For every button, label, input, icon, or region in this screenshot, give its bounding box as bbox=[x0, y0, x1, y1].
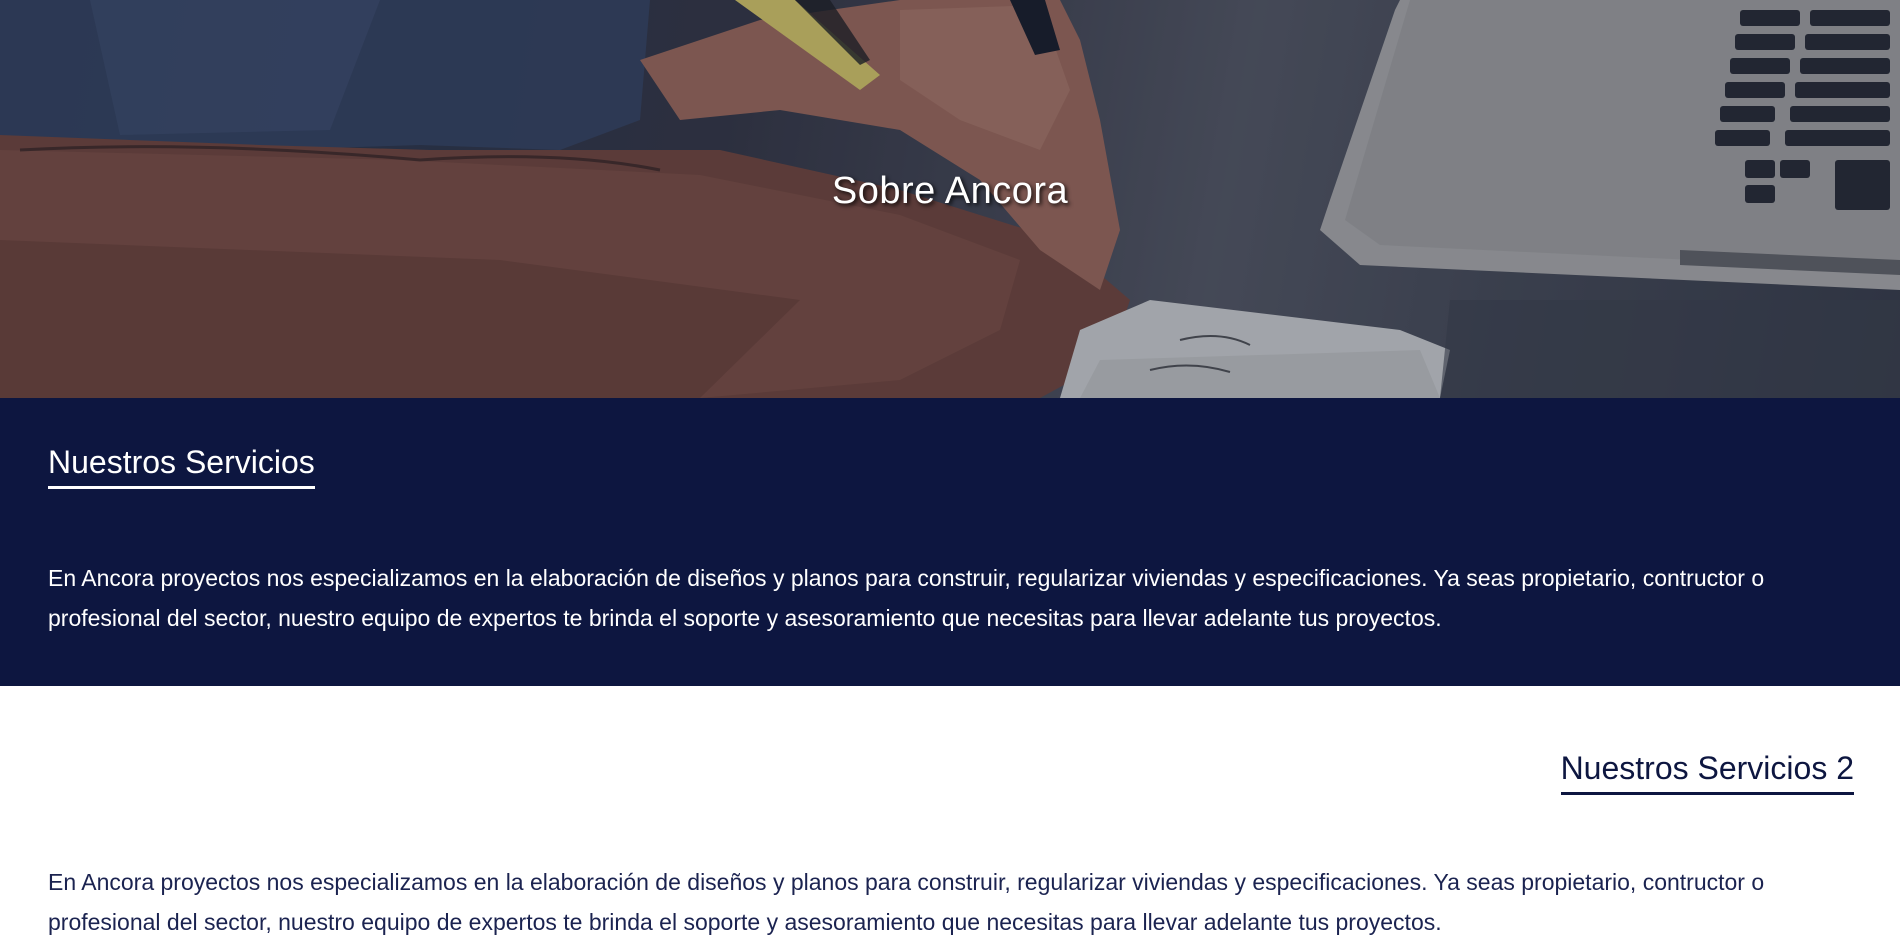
services-2-heading: Nuestros Servicios 2 bbox=[1560, 748, 1854, 795]
hero-banner: Sobre Ancora bbox=[0, 0, 1900, 398]
services-heading: Nuestros Servicios bbox=[48, 442, 315, 489]
services-description: En Ancora proyectos nos especializamos e… bbox=[48, 565, 1765, 631]
hero-title: Sobre Ancora bbox=[831, 170, 1069, 212]
services-2-description: En Ancora proyectos nos especializamos e… bbox=[48, 869, 1765, 935]
services-section: Nuestros Servicios En Ancora proyectos n… bbox=[0, 398, 1900, 686]
services-2-section: Nuestros Servicios 2 En Ancora proyectos… bbox=[0, 686, 1900, 935]
